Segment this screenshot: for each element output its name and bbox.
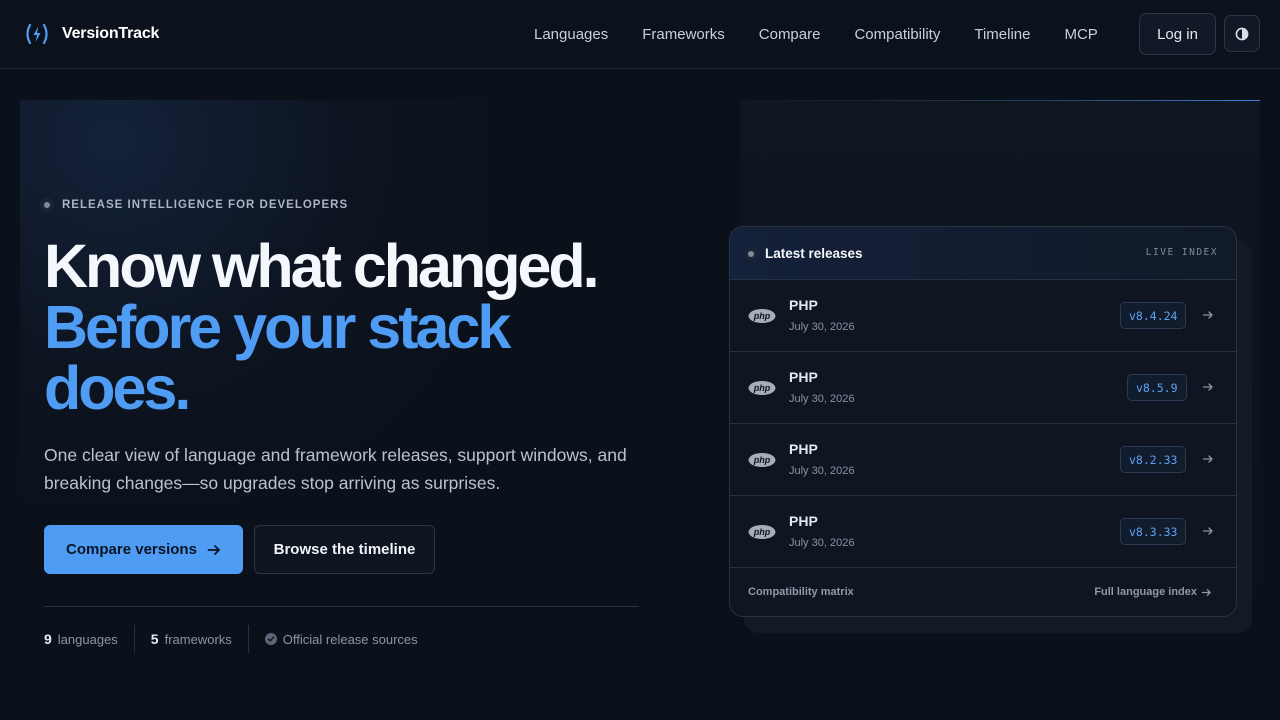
hero-title: Know what changed. Before your stack doe… — [44, 236, 664, 419]
nav-mcp[interactable]: MCP — [1047, 26, 1114, 43]
lightning-brackets-icon — [26, 23, 48, 45]
hero-divider — [44, 606, 639, 607]
arrow-right-icon — [1202, 311, 1213, 319]
login-button[interactable]: Log in — [1139, 13, 1216, 55]
nav-languages[interactable]: Languages — [517, 26, 625, 43]
release-language: PHP — [789, 369, 818, 385]
releases-card-header: Latest releases LIVE INDEX — [730, 227, 1236, 280]
hero-title-line3: does. — [44, 354, 191, 422]
stat-frameworks-count: 5 — [150, 631, 159, 647]
release-language: PHP — [789, 441, 818, 457]
arrow-right-icon — [1201, 588, 1211, 596]
hero-title-line1: Know what changed. — [44, 232, 600, 300]
stat-separator — [247, 625, 249, 653]
compare-versions-label: Compare versions — [66, 541, 197, 558]
svg-text:php: php — [753, 383, 771, 393]
version-badge: v8.2.33 — [1120, 446, 1187, 473]
release-language: PHP — [789, 513, 818, 529]
version-badge: v8.5.9 — [1127, 374, 1187, 401]
theme-toggle-button[interactable] — [1224, 15, 1260, 52]
arrow-right-icon — [1202, 527, 1213, 535]
hero-lead: One clear view of language and framework… — [44, 445, 627, 493]
releases-title: Latest releases — [765, 246, 863, 261]
php-logo-icon: php — [748, 309, 776, 323]
stat-languages-count: 9 — [44, 631, 52, 647]
version-badge: v8.4.24 — [1120, 302, 1187, 329]
releases-list: php PHP July 30, 2026 v8.4.24 php PHP Ju… — [730, 280, 1236, 568]
releases-title-wrap: Latest releases — [744, 246, 863, 261]
full-language-index-label: Full language index — [1094, 586, 1197, 598]
hero-stats: 9 languages 5 frameworks Official releas… — [44, 625, 418, 653]
release-row[interactable]: php PHP July 30, 2026 v8.5.9 — [730, 352, 1236, 424]
php-logo-icon: php — [748, 453, 776, 467]
stat-separator — [133, 625, 135, 653]
status-dot-icon — [40, 198, 54, 212]
latest-releases-card: Latest releases LIVE INDEX php PHP July … — [729, 226, 1237, 617]
php-logo-icon: php — [748, 525, 776, 539]
release-language: PHP — [789, 297, 818, 313]
stat-sources-label: Official release sources — [282, 631, 418, 647]
eyebrow-text: RELEASE INTELLIGENCE FOR DEVELOPERS — [62, 199, 349, 211]
stat-frameworks: 5 frameworks — [151, 631, 232, 647]
check-circle-icon — [264, 633, 277, 645]
stat-languages-label: languages — [57, 631, 118, 647]
arrow-right-icon — [207, 544, 220, 555]
status-dot-icon — [744, 246, 758, 261]
hero-glow-line — [740, 100, 1260, 101]
arrow-right-icon — [1202, 455, 1213, 463]
release-row[interactable]: php PHP July 30, 2026 v8.4.24 — [730, 280, 1236, 352]
brand-name: VersionTrack — [62, 25, 160, 42]
svg-text:php: php — [753, 311, 771, 321]
version-badge: v8.3.33 — [1120, 518, 1187, 545]
release-date: July 30, 2026 — [789, 537, 855, 549]
browse-timeline-button[interactable]: Browse the timeline — [254, 525, 435, 574]
hero-title-line2: Before your stack — [44, 293, 511, 361]
php-logo-icon: php — [748, 381, 776, 395]
svg-text:php: php — [753, 527, 771, 537]
compare-versions-button[interactable]: Compare versions — [44, 525, 243, 574]
live-index-badge: LIVE INDEX — [1145, 247, 1218, 258]
half-circle-contrast-icon — [1235, 27, 1249, 40]
brand-logo[interactable]: VersionTrack — [24, 22, 159, 46]
top-header: VersionTrack Languages Frameworks Compar… — [0, 0, 1280, 69]
hero-eyebrow: RELEASE INTELLIGENCE FOR DEVELOPERS — [40, 198, 348, 212]
release-date: July 30, 2026 — [789, 321, 855, 333]
nav-compare[interactable]: Compare — [742, 26, 838, 43]
stat-languages: 9 languages — [44, 631, 118, 647]
stat-sources: Official release sources — [264, 631, 418, 647]
release-date: July 30, 2026 — [789, 393, 855, 405]
svg-text:php: php — [753, 455, 771, 465]
releases-card-footer: Compatibility matrix Full language index — [730, 568, 1236, 616]
main-nav: Languages Frameworks Compare Compatibili… — [517, 0, 1115, 68]
compatibility-matrix-link[interactable]: Compatibility matrix — [748, 586, 854, 598]
nav-timeline[interactable]: Timeline — [957, 26, 1047, 43]
stat-frameworks-label: frameworks — [164, 631, 232, 647]
full-language-index-link[interactable]: Full language index — [1094, 586, 1212, 598]
nav-frameworks[interactable]: Frameworks — [625, 26, 742, 43]
nav-compatibility[interactable]: Compatibility — [837, 26, 957, 43]
arrow-right-icon — [1202, 383, 1213, 391]
release-row[interactable]: php PHP July 30, 2026 v8.2.33 — [730, 424, 1236, 496]
release-date: July 30, 2026 — [789, 465, 855, 477]
release-row[interactable]: php PHP July 30, 2026 v8.3.33 — [730, 496, 1236, 568]
